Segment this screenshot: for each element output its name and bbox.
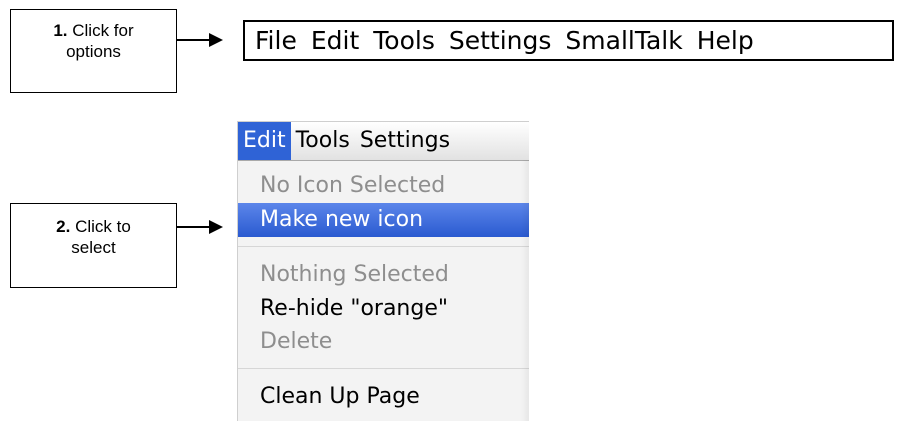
- callout-step-number: 1.: [53, 21, 68, 40]
- instruction-callout-1: 1. Click for options: [10, 9, 177, 93]
- callout-step-number: 2.: [56, 217, 71, 236]
- menu-edit[interactable]: Edit: [311, 26, 359, 55]
- menu-bar: File Edit Tools Settings SmallTalk Help: [243, 20, 894, 61]
- menu-settings[interactable]: Settings: [355, 122, 455, 160]
- menu-smalltalk[interactable]: SmallTalk: [565, 26, 682, 55]
- menu-separator: [238, 368, 529, 369]
- menu-item-clean-up-page[interactable]: Clean Up Page: [238, 380, 529, 414]
- menu-item-delete: Delete: [260, 329, 333, 354]
- callout-text-line2: select: [71, 238, 116, 257]
- callout-text-line1: Click to: [75, 217, 131, 236]
- mini-menu-bar: Edit Tools Settings: [238, 122, 529, 161]
- edit-menu-screenshot: Edit Tools Settings No Icon Selected Mak…: [237, 121, 529, 421]
- menu-item-no-icon-selected: No Icon Selected: [260, 173, 446, 198]
- arrow-right-icon: [177, 33, 223, 47]
- menu-tools[interactable]: Tools: [373, 26, 435, 55]
- menu-tools[interactable]: Tools: [291, 122, 355, 160]
- callout-text-line1: Click for: [72, 21, 134, 40]
- arrow-right-icon: [177, 220, 223, 234]
- callout-text-line2: options: [66, 42, 121, 61]
- menu-edit-active[interactable]: Edit: [238, 122, 291, 160]
- menu-item-nothing-selected: Nothing Selected: [260, 262, 449, 287]
- menu-item-make-new-icon[interactable]: Make new icon: [238, 203, 529, 237]
- menu-separator: [238, 246, 529, 247]
- menu-help[interactable]: Help: [697, 26, 754, 55]
- menu-settings[interactable]: Settings: [449, 26, 552, 55]
- menu-item-re-hide[interactable]: Re-hide "orange": [238, 292, 529, 326]
- instruction-callout-2: 2. Click to select: [10, 203, 177, 288]
- menu-shadow: [521, 160, 529, 421]
- menu-file[interactable]: File: [255, 26, 297, 55]
